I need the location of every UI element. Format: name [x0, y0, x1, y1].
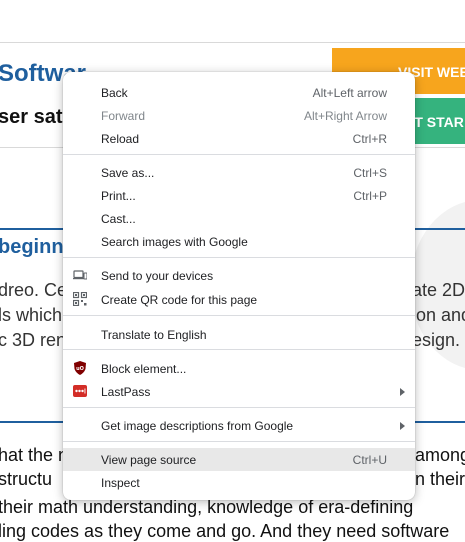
- menu-item-label: Create QR code for this page: [101, 293, 258, 307]
- context-menu: Back Alt+Left arrow Forward Alt+Right Ar…: [63, 72, 415, 500]
- webpage: Softwar ser satis VISIT WEB ET STAR begi…: [0, 0, 465, 542]
- paragraph-line: c 3D ren: [0, 330, 67, 350]
- paragraph-line: structu: [0, 469, 53, 489]
- menu-item-reload[interactable]: Reload Ctrl+R: [63, 127, 415, 150]
- menu-separator: [63, 407, 415, 408]
- menu-item-label: Forward: [101, 109, 146, 123]
- menu-item-shortcut: Ctrl+R: [352, 132, 387, 146]
- menu-item-label: Print...: [101, 189, 136, 203]
- menu-item-label: Save as...: [101, 166, 155, 180]
- svg-text:uO: uO: [76, 366, 84, 372]
- qr-code-icon: [72, 291, 88, 307]
- menu-separator: [63, 257, 415, 258]
- menu-item-send-to-devices[interactable]: Send to your devices: [63, 264, 415, 287]
- devices-icon: [73, 268, 88, 282]
- menu-item-lastpass[interactable]: LastPass: [63, 380, 415, 403]
- menu-item-search-images[interactable]: Search images with Google: [63, 230, 415, 253]
- menu-item-create-qr[interactable]: Create QR code for this page: [63, 288, 415, 311]
- paragraph-line: ling codes as they come and go. And they…: [0, 521, 450, 541]
- menu-item-label: Cast...: [101, 212, 136, 226]
- menu-item-forward[interactable]: Forward Alt+Right Arrow: [63, 104, 415, 127]
- paragraph-line-right: among: [415, 445, 465, 465]
- menu-item-label: Search images with Google: [101, 235, 248, 249]
- menu-item-inspect[interactable]: Inspect: [63, 471, 415, 494]
- paragraph-line: their math understanding, knowledge of e…: [0, 497, 414, 517]
- menu-item-cast[interactable]: Cast...: [63, 207, 415, 230]
- paragraph-line-right: ion and: [412, 305, 465, 325]
- menu-item-label: View page source: [101, 453, 197, 467]
- menu-item-label: Reload: [101, 132, 140, 146]
- menu-item-translate[interactable]: Translate to English: [63, 323, 415, 346]
- menu-item-shortcut: Ctrl+S: [353, 166, 387, 180]
- menu-item-back[interactable]: Back Alt+Left arrow: [63, 81, 415, 104]
- menu-item-shortcut: Alt+Left arrow: [312, 86, 387, 100]
- ublock-icon: uO: [73, 361, 87, 375]
- divider: [0, 42, 465, 43]
- menu-item-label: Translate to English: [101, 328, 207, 342]
- menu-item-label: Back: [101, 86, 128, 100]
- submenu-arrow-icon: [400, 422, 405, 430]
- menu-item-label: Get image descriptions from Google: [101, 419, 294, 433]
- menu-separator: [63, 315, 415, 316]
- menu-item-view-page-source[interactable]: View page source Ctrl+U: [63, 448, 415, 471]
- menu-item-shortcut: Ctrl+P: [353, 189, 387, 203]
- paragraph-line-right: esign.: [412, 330, 461, 350]
- menu-item-save-as[interactable]: Save as... Ctrl+S: [63, 161, 415, 184]
- menu-item-shortcut: Ctrl+U: [352, 453, 387, 467]
- menu-item-label: Block element...: [101, 362, 187, 376]
- menu-item-print[interactable]: Print... Ctrl+P: [63, 184, 415, 207]
- menu-item-block-element[interactable]: uO Block element...: [63, 357, 415, 380]
- paragraph-line: dreo. Ce: [0, 280, 68, 300]
- paragraph-line-right: n their: [415, 469, 465, 489]
- menu-item-label: Send to your devices: [101, 269, 214, 283]
- menu-separator: [63, 154, 415, 155]
- menu-item-label: LastPass: [101, 385, 151, 399]
- paragraph-line: ls which: [0, 305, 63, 325]
- paragraph-line-right: ate 2D: [412, 280, 465, 300]
- menu-separator: [63, 349, 415, 350]
- menu-item-shortcut: Alt+Right Arrow: [303, 109, 387, 123]
- submenu-arrow-icon: [400, 388, 405, 396]
- menu-item-label: Inspect: [101, 476, 140, 490]
- paragraph-line: hat the n: [0, 445, 69, 465]
- section-heading: beginn: [0, 236, 64, 258]
- menu-separator: [63, 441, 415, 442]
- lastpass-icon: [73, 384, 87, 398]
- menu-item-image-descriptions[interactable]: Get image descriptions from Google: [63, 414, 415, 437]
